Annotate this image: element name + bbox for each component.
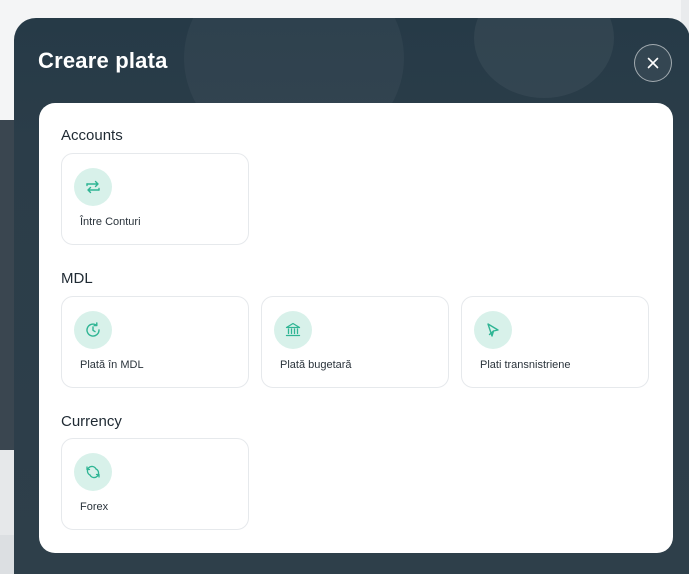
section-title-currency: Currency xyxy=(61,413,122,430)
card-plati-transnistriene[interactable]: Plati transnistriene xyxy=(461,296,649,388)
backdrop-strip xyxy=(0,450,14,535)
send-arrow-icon xyxy=(487,323,499,337)
icon-circle xyxy=(474,311,512,349)
card-label: Plată bugetară xyxy=(280,359,352,371)
card-plata-in-mdl[interactable]: Plată în MDL xyxy=(61,296,249,388)
clock-refresh-icon xyxy=(86,322,100,337)
header-decoration xyxy=(474,18,614,98)
card-label: Plati transnistriene xyxy=(480,359,571,371)
card-intre-conturi[interactable]: Între Conturi xyxy=(61,153,249,245)
backdrop-sidebar xyxy=(0,120,14,450)
card-label: Forex xyxy=(80,501,109,513)
exchange-icon xyxy=(86,465,100,479)
close-icon xyxy=(647,57,659,69)
section-title-mdl: MDL xyxy=(61,270,93,287)
modal-title: Creare plata xyxy=(38,48,168,73)
card-forex[interactable]: Forex xyxy=(61,438,249,530)
close-button[interactable] xyxy=(634,44,672,82)
bank-icon xyxy=(285,322,301,337)
card-label: Între Conturi xyxy=(80,216,141,228)
create-payment-modal: Creare plata Accounts Între Conturi MDL xyxy=(14,18,689,574)
icon-circle xyxy=(74,453,112,491)
card-plata-bugetara[interactable]: Plată bugetară xyxy=(261,296,449,388)
icon-circle xyxy=(274,311,312,349)
icon-circle xyxy=(74,168,112,206)
payment-types-panel: Accounts Între Conturi MDL Plată în MDL … xyxy=(39,103,673,553)
icon-circle xyxy=(74,311,112,349)
section-title-accounts: Accounts xyxy=(61,127,123,144)
card-label: Plată în MDL xyxy=(80,359,144,371)
transfer-arrows-icon xyxy=(86,180,100,194)
